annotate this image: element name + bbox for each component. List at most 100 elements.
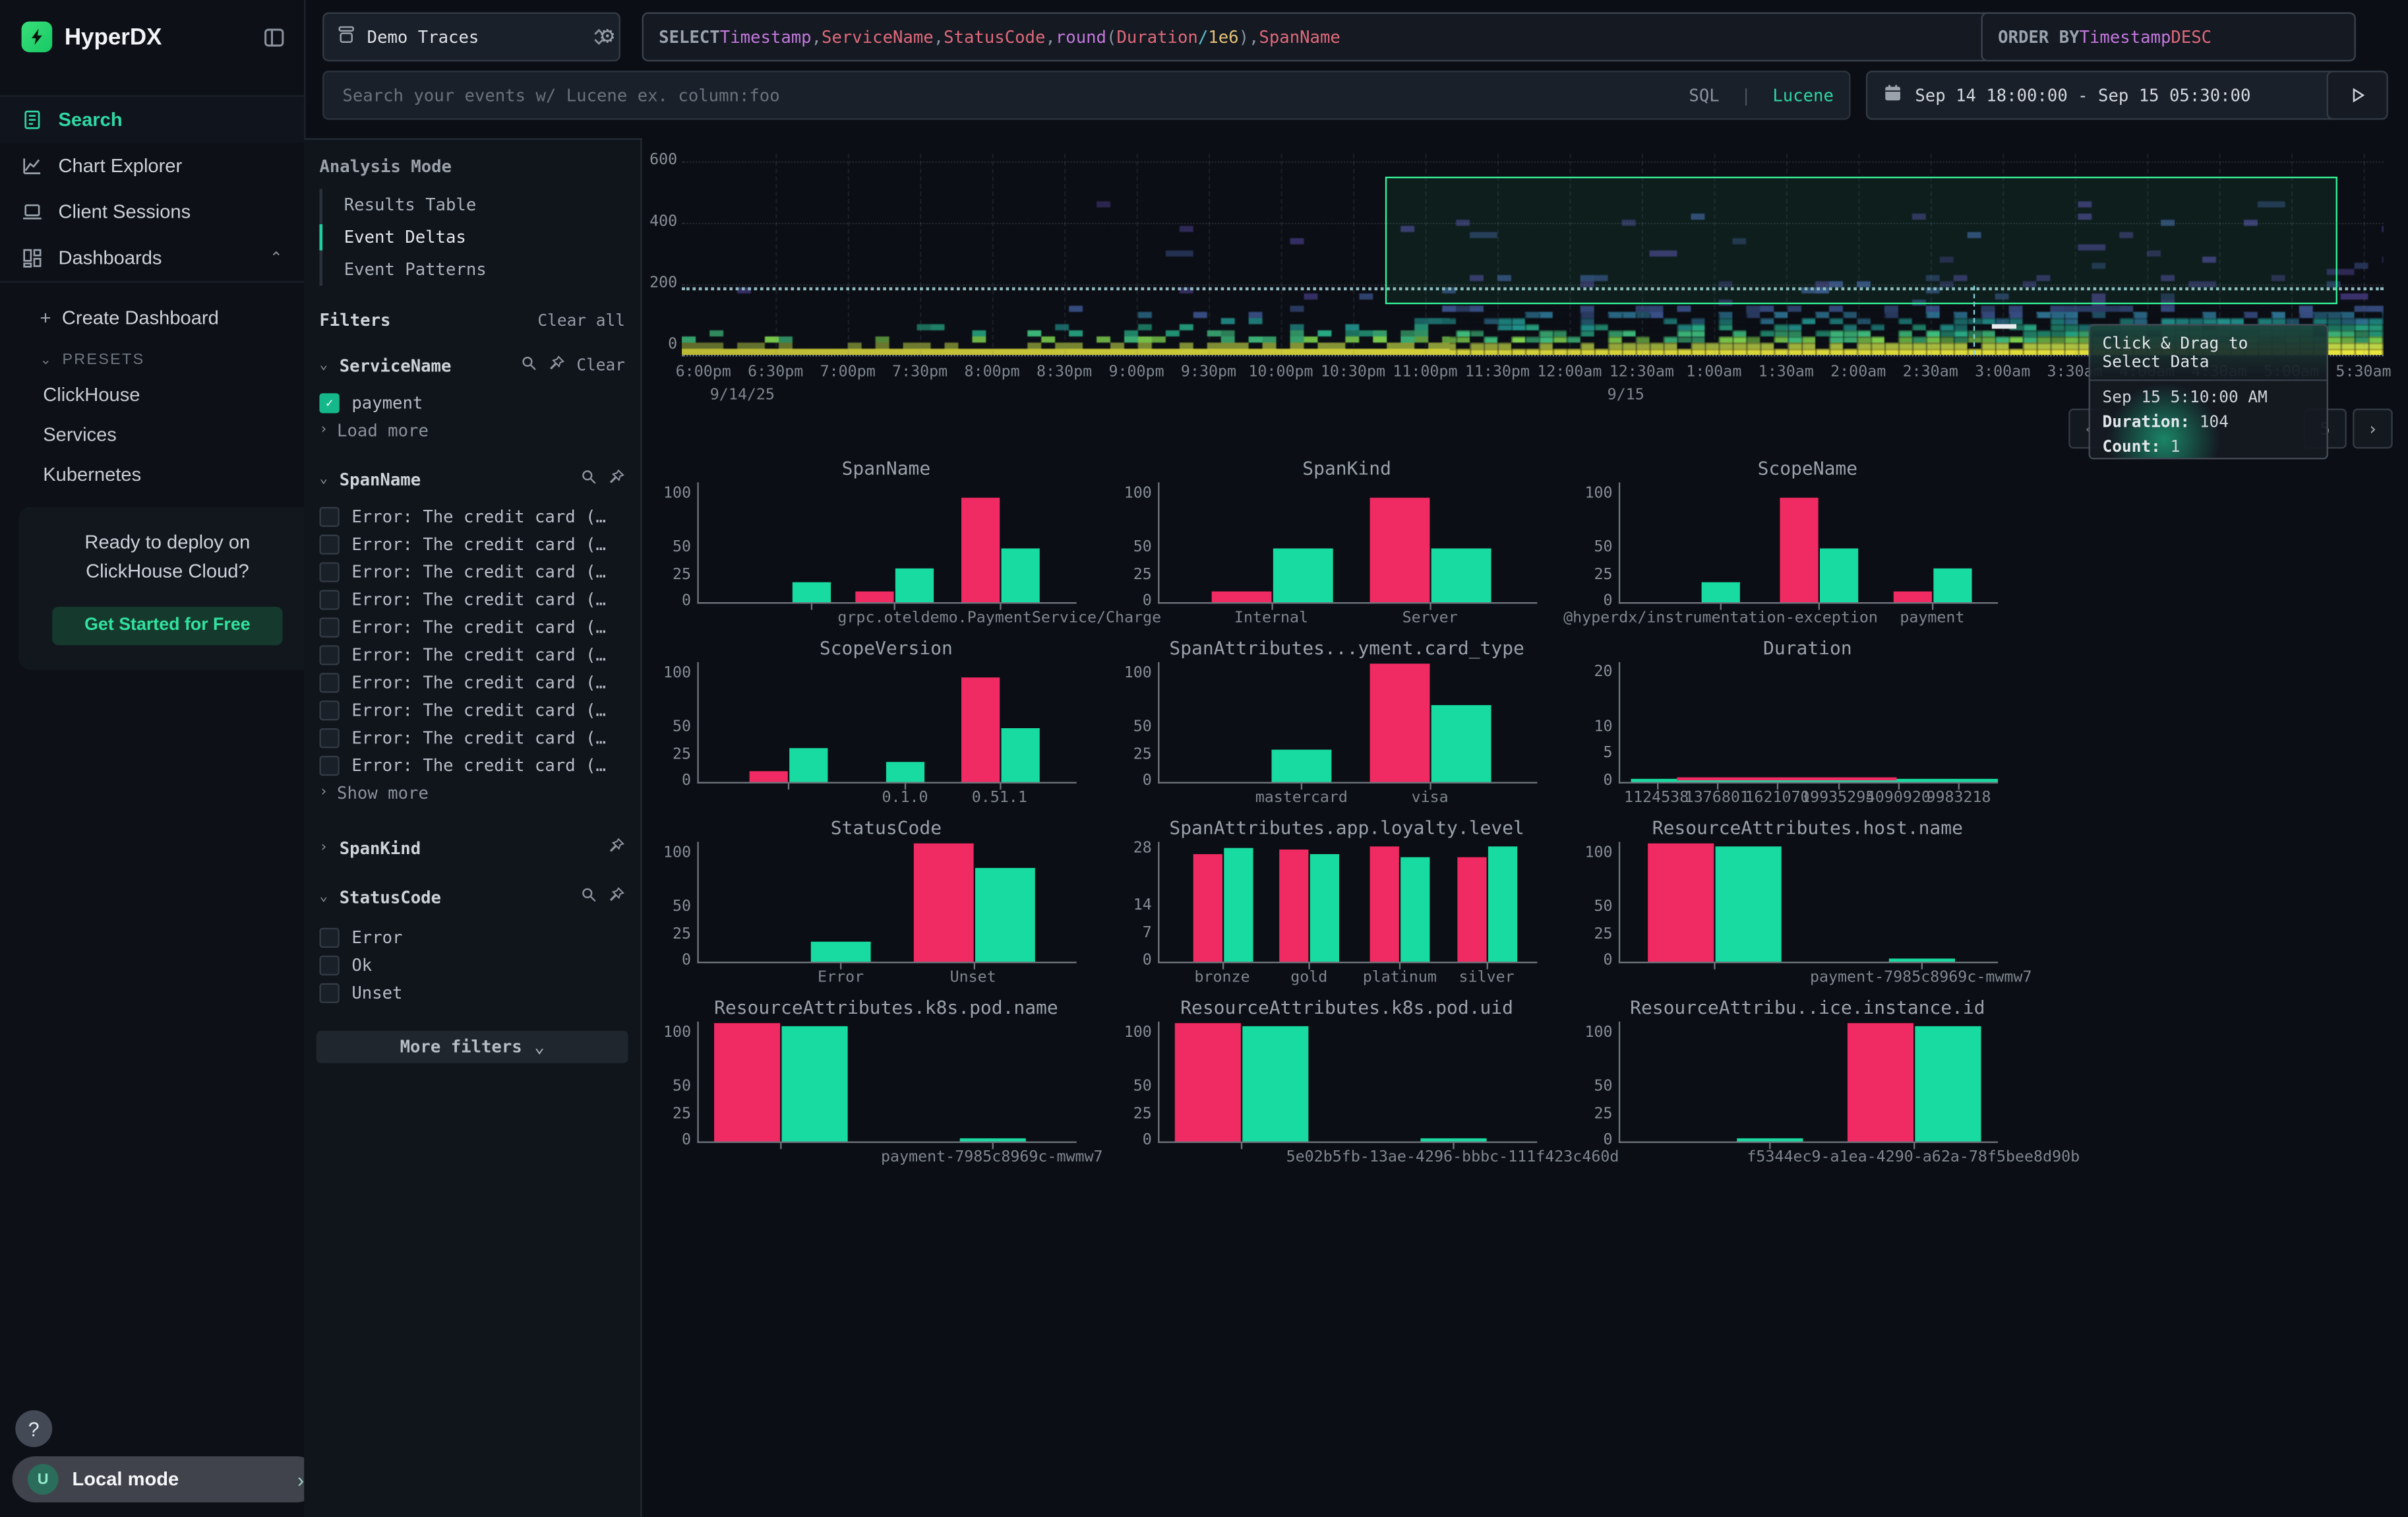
chevron-down-icon[interactable]: ⌄ (319, 472, 332, 487)
bar-outlier[interactable] (913, 844, 973, 962)
section-spankind[interactable]: SpanKind (340, 838, 421, 858)
bar-inlier[interactable] (1714, 847, 1780, 962)
mini-chart-plot[interactable] (1619, 842, 1998, 963)
chevron-down-icon[interactable]: ⌄ (319, 890, 332, 905)
orderby-input[interactable]: ORDER BY Timestamp DESC (1981, 13, 2356, 62)
bar-inlier[interactable] (887, 762, 925, 782)
filter-option-spanname-4[interactable]: Error: The credit card (… (304, 613, 640, 640)
bar-outlier[interactable] (961, 499, 1000, 602)
checkbox[interactable] (319, 955, 339, 975)
mode-event-deltas[interactable]: Event Deltas (322, 221, 640, 253)
chevron-down-icon[interactable]: ⌄ (319, 358, 332, 373)
help-button[interactable]: ? (15, 1410, 52, 1447)
create-dashboard-button[interactable]: + Create Dashboard (0, 298, 304, 338)
mini-chart-plot[interactable] (1158, 1022, 1537, 1143)
bar-inlier[interactable] (1001, 549, 1039, 602)
bar-outlier[interactable] (1370, 664, 1430, 782)
bar-outlier[interactable] (714, 1024, 780, 1141)
filter-option-spanname-8[interactable]: Error: The credit card (… (304, 724, 640, 751)
bar-inlier[interactable] (1001, 728, 1039, 782)
bar-inlier[interactable] (895, 568, 934, 602)
load-more-link[interactable]: › Load more (304, 416, 640, 444)
more-filters-button[interactable]: More filters ⌄ (316, 1031, 628, 1063)
bar-inlier[interactable] (1311, 854, 1340, 962)
date-range-picker[interactable]: Sep 14 18:00:00 - Sep 15 05:30:00 (1866, 71, 2341, 120)
mini-chart-plot[interactable] (1158, 662, 1537, 784)
mini-chart-plot[interactable] (697, 662, 1076, 784)
filter-option-spanname-2[interactable]: Error: The credit card (… (304, 557, 640, 585)
get-started-button[interactable]: Get Started for Free (52, 606, 282, 644)
sidebar-item-search[interactable]: Search (0, 97, 304, 143)
mini-chart-plot[interactable] (697, 482, 1076, 604)
bar-inlier[interactable] (1488, 846, 1517, 962)
bar-outlier[interactable] (1894, 592, 1932, 602)
clear-section-button[interactable]: Clear (576, 356, 625, 375)
checkbox[interactable] (319, 506, 339, 526)
page-next-button[interactable]: › (2353, 409, 2393, 449)
filter-option-unset[interactable]: Unset (304, 979, 640, 1006)
checkbox[interactable] (319, 561, 339, 581)
search-input[interactable] (340, 84, 1677, 107)
bar-inlier[interactable] (1273, 750, 1333, 782)
filter-option-spanname-6[interactable]: Error: The credit card (… (304, 668, 640, 696)
filter-option-spanname-5[interactable]: Error: The credit card (… (304, 640, 640, 668)
mini-chart-plot[interactable] (1619, 662, 1998, 784)
bar-inlier[interactable] (1431, 549, 1491, 602)
presets-header[interactable]: ⌄ PRESETS (0, 338, 304, 375)
checkbox[interactable] (319, 534, 339, 553)
bar-inlier[interactable] (789, 748, 828, 782)
preset-clickhouse[interactable]: ClickHouse (0, 375, 304, 415)
bar-inlier[interactable] (1737, 1138, 1803, 1142)
filter-option-payment[interactable]: ✓payment (304, 388, 640, 416)
source-select[interactable]: Demo Traces (322, 13, 620, 62)
mode-results-table[interactable]: Results Table (322, 189, 640, 221)
bar-inlier[interactable] (1401, 858, 1430, 962)
filter-option-spanname-9[interactable]: Error: The credit card (… (304, 751, 640, 779)
clear-all-button[interactable]: Clear all (537, 311, 625, 330)
bar-inlier[interactable] (1915, 1027, 1981, 1142)
bar-inlier[interactable] (792, 583, 830, 602)
preset-kubernetes[interactable]: Kubernetes (0, 454, 304, 495)
select-query-input[interactable]: SELECT Timestamp, ServiceName, StatusCod… (642, 13, 1997, 62)
pin-icon[interactable] (549, 355, 566, 377)
sidebar-item-dashboards[interactable]: Dashboards⌃ (0, 235, 304, 281)
checkbox[interactable]: ✓ (319, 392, 339, 412)
search-icon[interactable] (580, 468, 597, 490)
bar-outlier[interactable] (1457, 858, 1486, 962)
chevron-right-icon[interactable]: › (319, 840, 332, 855)
mode-event-patterns[interactable]: Event Patterns (322, 253, 640, 286)
section-statuscode[interactable]: StatusCode (340, 887, 441, 907)
checkbox[interactable] (319, 700, 339, 720)
checkbox[interactable] (319, 755, 339, 775)
mini-chart-plot[interactable] (1619, 1022, 1998, 1143)
bar-inlier[interactable] (1702, 583, 1741, 602)
collapse-sidebar-icon[interactable] (262, 25, 286, 48)
mini-chart-plot[interactable] (697, 1022, 1076, 1143)
bar-inlier[interactable] (782, 1027, 848, 1142)
sidebar-item-chart-explorer[interactable]: Chart Explorer (0, 143, 304, 189)
filter-option-error[interactable]: Error (304, 923, 640, 951)
selection-rectangle[interactable] (1385, 177, 2337, 304)
checkbox[interactable] (319, 728, 339, 747)
bar-outlier[interactable] (1780, 499, 1819, 602)
section-spanname[interactable]: SpanName (340, 470, 421, 489)
checkbox[interactable] (319, 927, 339, 947)
mini-chart-plot[interactable] (697, 842, 1076, 963)
bar-inlier[interactable] (1821, 549, 1859, 602)
bar-outlier[interactable] (1175, 1024, 1241, 1141)
bar-inlier[interactable] (959, 1138, 1025, 1142)
bar-inlier[interactable] (975, 867, 1035, 962)
bar-inlier[interactable] (812, 943, 872, 962)
bar-outlier[interactable] (1647, 844, 1713, 962)
bar-inlier[interactable] (1934, 568, 1972, 602)
bar-outlier[interactable] (1848, 1024, 1913, 1141)
bar-outlier[interactable] (1280, 850, 1309, 962)
bar-inlier[interactable] (1273, 549, 1333, 602)
search-icon[interactable] (521, 355, 538, 377)
show-more-link[interactable]: › Show more (304, 779, 640, 807)
checkbox[interactable] (319, 982, 339, 1002)
preset-services[interactable]: Services (0, 415, 304, 455)
mini-chart-plot[interactable] (1158, 842, 1537, 963)
user-menu[interactable]: U Local mode › (13, 1456, 320, 1502)
section-servicename[interactable]: ServiceName (340, 356, 452, 375)
